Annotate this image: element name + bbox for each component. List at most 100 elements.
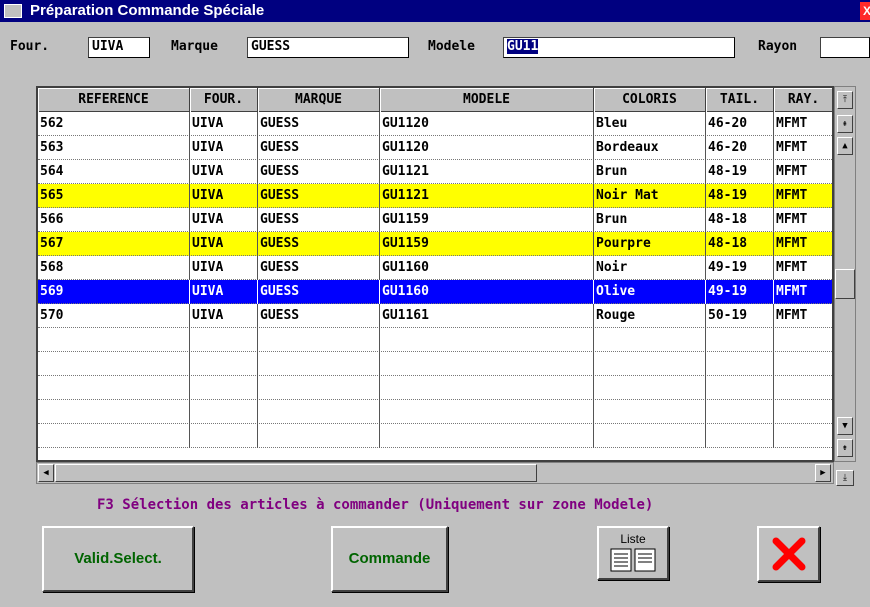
cell-marque: GUESS <box>258 280 380 304</box>
cell-coloris: Noir Mat <box>594 184 706 208</box>
cell-rayon: MFMT <box>774 112 832 136</box>
vertical-scrollbar[interactable]: ⤒ ⇞ ▲ ▼ ⇟ <box>834 86 856 462</box>
header-taille[interactable]: TAIL. <box>706 88 774 112</box>
empty-row[interactable] <box>38 424 832 448</box>
system-menu-icon[interactable] <box>4 4 22 18</box>
header-four[interactable]: FOUR. <box>190 88 258 112</box>
cell-coloris: Bordeaux <box>594 136 706 160</box>
cell-four: UIVA <box>190 112 258 136</box>
empty-row[interactable] <box>38 376 832 400</box>
table-row[interactable]: 565 UIVA GUESS GU1121 Noir Mat 48-19 MFMT <box>38 184 832 208</box>
empty-cell <box>258 400 380 424</box>
four-input[interactable]: UIVA <box>88 37 150 58</box>
empty-cell <box>380 376 594 400</box>
cell-modele: GU1160 <box>380 256 594 280</box>
cell-four: UIVA <box>190 280 258 304</box>
red-x-icon <box>772 537 806 571</box>
table-row[interactable]: 562 UIVA GUESS GU1120 Bleu 46-20 MFMT <box>38 112 832 136</box>
empty-cell <box>774 376 832 400</box>
horizontal-scroll-thumb[interactable] <box>55 464 537 482</box>
cell-modele: GU1121 <box>380 160 594 184</box>
marque-input[interactable]: GUESS <box>247 37 409 58</box>
valid-select-button[interactable]: Valid.Select. <box>42 526 194 592</box>
empty-cell <box>258 376 380 400</box>
vertical-scroll-thumb[interactable] <box>835 269 855 299</box>
cell-coloris: Pourpre <box>594 232 706 256</box>
cell-marque: GUESS <box>258 112 380 136</box>
cell-taille: 49-19 <box>706 256 774 280</box>
close-button[interactable] <box>757 526 820 582</box>
empty-cell <box>258 352 380 376</box>
table-row[interactable]: 563 UIVA GUESS GU1120 Bordeaux 46-20 MFMT <box>38 136 832 160</box>
cell-rayon: MFMT <box>774 304 832 328</box>
cell-reference: 570 <box>38 304 190 328</box>
cell-rayon: MFMT <box>774 184 832 208</box>
table-row[interactable]: 566 UIVA GUESS GU1159 Brun 48-18 MFMT <box>38 208 832 232</box>
scroll-bottom-icon[interactable]: ⤓ <box>836 470 854 486</box>
table-row[interactable]: 567 UIVA GUESS GU1159 Pourpre 48-18 MFMT <box>38 232 832 256</box>
list-icon <box>610 548 656 572</box>
cell-modele: GU1161 <box>380 304 594 328</box>
empty-cell <box>706 424 774 448</box>
cell-rayon: MFMT <box>774 256 832 280</box>
empty-cell <box>706 376 774 400</box>
header-rayon[interactable]: RAY. <box>774 88 832 112</box>
cell-taille: 48-18 <box>706 232 774 256</box>
cell-rayon: MFMT <box>774 136 832 160</box>
empty-row[interactable] <box>38 352 832 376</box>
empty-cell <box>774 328 832 352</box>
modele-input[interactable]: GU11 <box>503 37 735 58</box>
cell-rayon: MFMT <box>774 160 832 184</box>
header-coloris[interactable]: COLORIS <box>594 88 706 112</box>
scroll-page-down-icon[interactable]: ⇟ <box>837 439 853 457</box>
cell-taille: 50-19 <box>706 304 774 328</box>
arrow-up-icon[interactable]: ▲ <box>837 137 853 155</box>
scroll-page-up-icon[interactable]: ⇞ <box>837 115 853 133</box>
cell-modele: GU1120 <box>380 112 594 136</box>
empty-cell <box>38 376 190 400</box>
table-header: REFERENCE FOUR. MARQUE MODELE COLORIS TAIL. RA… <box>38 88 832 112</box>
empty-row[interactable] <box>38 400 832 424</box>
cell-coloris: Rouge <box>594 304 706 328</box>
liste-label: Liste <box>620 532 646 546</box>
cell-rayon: MFMT <box>774 208 832 232</box>
table-row[interactable]: 569 UIVA GUESS GU1160 Olive 49-19 MFMT <box>38 280 832 304</box>
cell-modele: GU1160 <box>380 280 594 304</box>
window-title: Préparation Commande Spéciale <box>30 2 265 19</box>
empty-cell <box>380 400 594 424</box>
cell-reference: 569 <box>38 280 190 304</box>
modele-value: GU11 <box>507 39 539 54</box>
arrow-left-icon[interactable]: ◀ <box>38 464 54 482</box>
commande-button[interactable]: Commande <box>331 526 448 592</box>
empty-cell <box>38 352 190 376</box>
window-close-button[interactable]: X <box>860 2 870 20</box>
scroll-top-icon[interactable]: ⤒ <box>837 91 853 109</box>
cell-modele: GU1159 <box>380 208 594 232</box>
cell-reference: 562 <box>38 112 190 136</box>
table-row[interactable]: 570 UIVA GUESS GU1161 Rouge 50-19 MFMT <box>38 304 832 328</box>
horizontal-scrollbar[interactable]: ◀ ▶ <box>36 462 834 484</box>
cell-marque: GUESS <box>258 208 380 232</box>
empty-cell <box>594 424 706 448</box>
header-modele[interactable]: MODELE <box>380 88 594 112</box>
cell-reference: 566 <box>38 208 190 232</box>
header-marque[interactable]: MARQUE <box>258 88 380 112</box>
rayon-input[interactable] <box>820 37 870 58</box>
liste-button[interactable]: Liste <box>597 526 669 580</box>
cell-taille: 46-20 <box>706 136 774 160</box>
arrow-down-icon[interactable]: ▼ <box>837 417 853 435</box>
cell-taille: 46-20 <box>706 112 774 136</box>
cell-rayon: MFMT <box>774 280 832 304</box>
table-row[interactable]: 568 UIVA GUESS GU1160 Noir 49-19 MFMT <box>38 256 832 280</box>
empty-cell <box>190 352 258 376</box>
arrow-right-icon[interactable]: ▶ <box>815 464 831 482</box>
empty-cell <box>594 400 706 424</box>
cell-four: UIVA <box>190 184 258 208</box>
header-reference[interactable]: REFERENCE <box>38 88 190 112</box>
empty-row[interactable] <box>38 328 832 352</box>
cell-modele: GU1159 <box>380 232 594 256</box>
table-row[interactable]: 564 UIVA GUESS GU1121 Brun 48-19 MFMT <box>38 160 832 184</box>
cell-four: UIVA <box>190 232 258 256</box>
cell-marque: GUESS <box>258 304 380 328</box>
cell-reference: 568 <box>38 256 190 280</box>
